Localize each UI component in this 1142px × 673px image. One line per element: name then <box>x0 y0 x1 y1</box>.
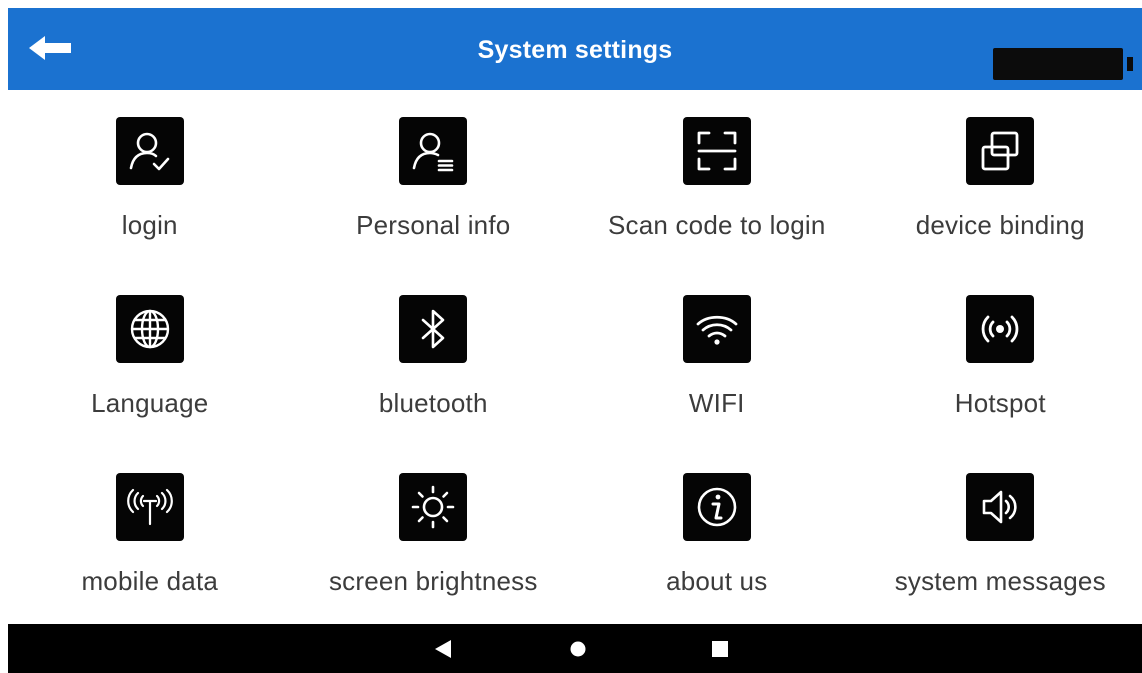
system-navigation-bar <box>8 624 1142 673</box>
user-check-icon <box>115 117 184 185</box>
user-list-icon <box>399 117 468 185</box>
tile-label: about us <box>666 566 768 596</box>
tile-device-binding[interactable]: device binding <box>859 90 1142 268</box>
tile-label: bluetooth <box>378 388 488 418</box>
back-button[interactable] <box>26 28 74 68</box>
page-title: System settings <box>8 8 1142 90</box>
nav-back-button[interactable] <box>413 624 473 673</box>
tile-label: mobile data <box>81 566 219 596</box>
tile-label: WIFI <box>688 388 745 418</box>
tile-hotspot[interactable]: Hotspot <box>859 268 1142 446</box>
triangle-back-icon <box>435 639 451 658</box>
nav-home-button[interactable] <box>548 624 608 673</box>
tile-label: Scan code to login <box>607 210 826 240</box>
tile-language[interactable]: Language <box>8 268 292 446</box>
tile-personal-info[interactable]: Personal info <box>292 90 576 268</box>
system-settings-screen: System settings login Personal info Scan… <box>0 0 1142 673</box>
tile-label: system messages <box>894 566 1106 596</box>
tile-label: screen brightness <box>328 566 538 596</box>
tile-label: Personal info <box>356 210 511 240</box>
scan-frame-icon <box>682 117 751 185</box>
arrow-left-icon <box>29 36 71 60</box>
nav-recents-button[interactable] <box>690 624 750 673</box>
circle-home-icon <box>570 641 586 656</box>
wifi-icon <box>682 295 751 363</box>
tile-wifi[interactable]: WIFI <box>575 268 859 446</box>
tile-label: Hotspot <box>954 388 1046 418</box>
antenna-icon <box>115 473 184 541</box>
title-bar: System settings <box>8 8 1142 90</box>
settings-grid: login Personal info Scan code to login d… <box>8 90 1142 624</box>
tile-label: Language <box>91 388 209 418</box>
sun-icon <box>399 473 468 541</box>
square-recents-icon <box>712 640 728 657</box>
linked-squares-icon <box>966 117 1035 185</box>
tile-label: login <box>121 210 178 240</box>
tile-label: device binding <box>915 210 1085 240</box>
hotspot-icon <box>966 295 1035 363</box>
bluetooth-icon <box>399 295 468 363</box>
globe-icon <box>115 295 184 363</box>
info-icon <box>682 473 751 541</box>
tile-mobile-data[interactable]: mobile data <box>8 446 292 624</box>
speaker-icon <box>966 473 1035 541</box>
tile-about-us[interactable]: about us <box>575 446 859 624</box>
tile-login[interactable]: login <box>8 90 292 268</box>
tile-bluetooth[interactable]: bluetooth <box>292 268 576 446</box>
tile-system-messages[interactable]: system messages <box>859 446 1142 624</box>
tile-scan-code-login[interactable]: Scan code to login <box>575 90 859 268</box>
tile-screen-brightness[interactable]: screen brightness <box>292 446 576 624</box>
page-title-text: System settings <box>477 35 673 64</box>
redacted-status-area <box>993 48 1133 80</box>
